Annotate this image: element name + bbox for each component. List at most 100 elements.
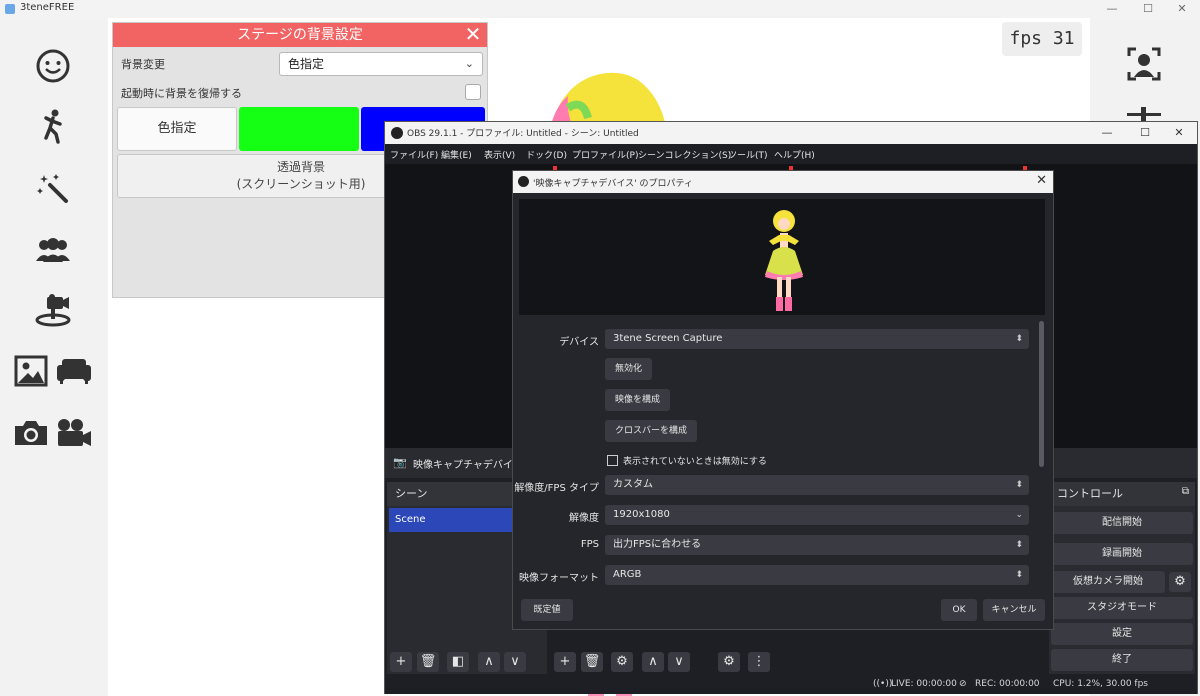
- start-recording-button[interactable]: 録画開始: [1051, 543, 1193, 565]
- dialog-titlebar: '映像キャプチャデバイス' のプロパティ ✕: [513, 171, 1053, 193]
- menu-view[interactable]: 表示(V): [484, 148, 515, 161]
- menu-docks[interactable]: ドック(D): [526, 148, 567, 161]
- virtual-camera-settings-icon[interactable]: ⚙: [1169, 572, 1191, 592]
- obs-logo-icon: [391, 127, 403, 139]
- green-color-button[interactable]: [239, 107, 359, 151]
- add-source-button[interactable]: +: [554, 652, 576, 672]
- fps-value: 出力FPSに合わせる: [613, 539, 702, 550]
- obs-statusbar: ((•)) LIVE: 00:00:00 ⊘ REC: 00:00:00 CPU…: [385, 674, 1197, 694]
- panel-header: ステージの背景設定 ✕: [113, 23, 487, 47]
- device-value: 3tene Screen Capture: [613, 333, 723, 344]
- live-icon: ((•)): [873, 679, 893, 689]
- deactivate-when-hidden-checkbox[interactable]: [607, 455, 618, 466]
- close-icon[interactable]: ✕: [1036, 173, 1047, 188]
- spin-icon: ⬍: [1015, 540, 1023, 550]
- res-fps-type-label: 解像度/FPS タイプ: [514, 483, 599, 494]
- remove-source-button[interactable]: 🗑: [581, 652, 603, 672]
- menu-help[interactable]: ヘルプ(H): [774, 148, 815, 161]
- camera-stage-icon[interactable]: [33, 290, 73, 330]
- capture-preview: [519, 199, 1045, 315]
- remove-scene-button[interactable]: 🗑: [417, 652, 439, 672]
- obs-titlebar: OBS 29.1.1 - プロファイル: Untitled - シーン: Unt…: [385, 122, 1197, 144]
- menu-profile[interactable]: プロファイル(P): [572, 148, 638, 161]
- obs-maximize-button[interactable]: ☐: [1127, 122, 1163, 144]
- defaults-button[interactable]: 既定値: [521, 599, 573, 621]
- exit-button[interactable]: 終了: [1051, 649, 1193, 671]
- sofa-icon[interactable]: [54, 352, 94, 390]
- camera-icon: 📷: [393, 456, 407, 469]
- app-titlebar: 3teneFREE — ☐ ✕: [0, 0, 1200, 18]
- chevron-down-icon: ⌄: [1015, 510, 1023, 520]
- scene-filter-button[interactable]: ◧: [447, 652, 469, 672]
- dialog-title: '映像キャプチャデバイス' のプロパティ: [533, 179, 693, 189]
- obs-menubar: ファイル(F) 編集(E) 表示(V) ドック(D) プロファイル(P) シーン…: [385, 144, 1197, 164]
- app-logo-icon: [5, 4, 15, 14]
- ok-button[interactable]: OK: [941, 599, 977, 621]
- spin-icon: ⬍: [1015, 334, 1023, 344]
- mixer-menu-button[interactable]: ⋮: [748, 652, 770, 672]
- configure-crossbar-button[interactable]: クロスバーを構成: [605, 420, 698, 442]
- settings-button[interactable]: 設定: [1051, 623, 1193, 645]
- source-settings-button[interactable]: ⚙: [611, 652, 633, 672]
- video-format-label: 映像フォーマット: [519, 573, 599, 584]
- pose-icon[interactable]: [33, 106, 73, 146]
- background-image-icon[interactable]: [12, 352, 50, 390]
- menu-scene-collection[interactable]: シーンコレクション(S): [638, 148, 731, 161]
- bg-type-select[interactable]: 色指定 ⌄: [279, 52, 483, 76]
- avatar-thumbnail: [765, 210, 803, 311]
- obs-minimize-button[interactable]: —: [1089, 122, 1125, 144]
- restore-checkbox[interactable]: [465, 84, 481, 100]
- resolution-select[interactable]: 1920x1080 ⌄: [605, 505, 1029, 525]
- source-label: 映像キャプチャデバイス: [413, 460, 523, 471]
- res-fps-type-select[interactable]: カスタム ⬍: [605, 475, 1029, 495]
- properties-dialog: '映像キャプチャデバイス' のプロパティ ✕ デバイス 3tene Screen…: [512, 170, 1054, 630]
- deactivate-when-hidden-label: 表示されていないときは無効にする: [623, 457, 767, 467]
- menu-tools[interactable]: ツール(T): [728, 148, 768, 161]
- spin-icon: ⬍: [1015, 480, 1023, 490]
- bg-change-label: 背景変更: [121, 58, 165, 71]
- menu-edit[interactable]: 編集(E): [441, 148, 472, 161]
- scene-up-button[interactable]: ∧: [478, 652, 500, 672]
- resolution-label: 解像度: [569, 513, 599, 524]
- obs-title: OBS 29.1.1 - プロファイル: Untitled - シーン: Unt…: [407, 129, 639, 139]
- obs-logo-icon: [518, 176, 529, 187]
- video-format-select[interactable]: ARGB ⬍: [605, 565, 1029, 585]
- add-scene-button[interactable]: +: [390, 652, 412, 672]
- cpu-status: CPU: 1.2%, 30.00 fps: [1053, 679, 1148, 689]
- fps-select[interactable]: 出力FPSに合わせる ⬍: [605, 535, 1029, 555]
- start-streaming-button[interactable]: 配信開始: [1051, 512, 1193, 534]
- app-title: 3teneFREE: [20, 2, 75, 13]
- rec-status: REC: 00:00:00: [975, 679, 1040, 689]
- live-status: LIVE: 00:00:00: [891, 679, 957, 689]
- controls-header: コントロール: [1049, 482, 1195, 506]
- people-icon[interactable]: [33, 230, 73, 270]
- close-window-button[interactable]: ✕: [1160, 0, 1200, 18]
- mixer-settings-button[interactable]: ⚙: [718, 652, 740, 672]
- chevron-down-icon: ⌄: [464, 57, 474, 70]
- deactivate-button[interactable]: 無効化: [605, 358, 653, 380]
- controls-dock: コントロール ⧉ 配信開始 録画開始 仮想カメラ開始 ⚙ スタジオモード 設定 …: [1049, 482, 1195, 676]
- face-icon[interactable]: [33, 46, 73, 86]
- configure-video-button[interactable]: 映像を構成: [605, 389, 671, 411]
- close-icon[interactable]: ✕: [463, 23, 483, 47]
- res-fps-type-value: カスタム: [613, 479, 653, 490]
- photo-camera-icon[interactable]: [12, 414, 50, 452]
- start-virtual-camera-button[interactable]: 仮想カメラ開始: [1051, 571, 1165, 593]
- scene-down-button[interactable]: ∨: [504, 652, 526, 672]
- fps-counter: fps 31: [1002, 22, 1082, 56]
- properties-scrollbar[interactable]: [1039, 321, 1044, 467]
- device-select[interactable]: 3tene Screen Capture ⬍: [605, 329, 1029, 349]
- dock-undock-icon[interactable]: ⧉: [1182, 486, 1189, 497]
- obs-close-button[interactable]: ✕: [1161, 122, 1197, 144]
- studio-mode-button[interactable]: スタジオモード: [1051, 597, 1193, 619]
- rec-icon: ⊘: [959, 679, 967, 689]
- menu-file[interactable]: ファイル(F): [390, 148, 438, 161]
- face-tracking-icon[interactable]: [1124, 44, 1164, 84]
- effects-icon[interactable]: [33, 168, 73, 208]
- source-down-button[interactable]: ∨: [668, 652, 690, 672]
- custom-color-button[interactable]: 色指定: [117, 107, 237, 151]
- left-sidebar: [0, 18, 108, 696]
- video-camera-icon[interactable]: [54, 414, 94, 452]
- source-up-button[interactable]: ∧: [642, 652, 664, 672]
- cancel-button[interactable]: キャンセル: [983, 599, 1045, 621]
